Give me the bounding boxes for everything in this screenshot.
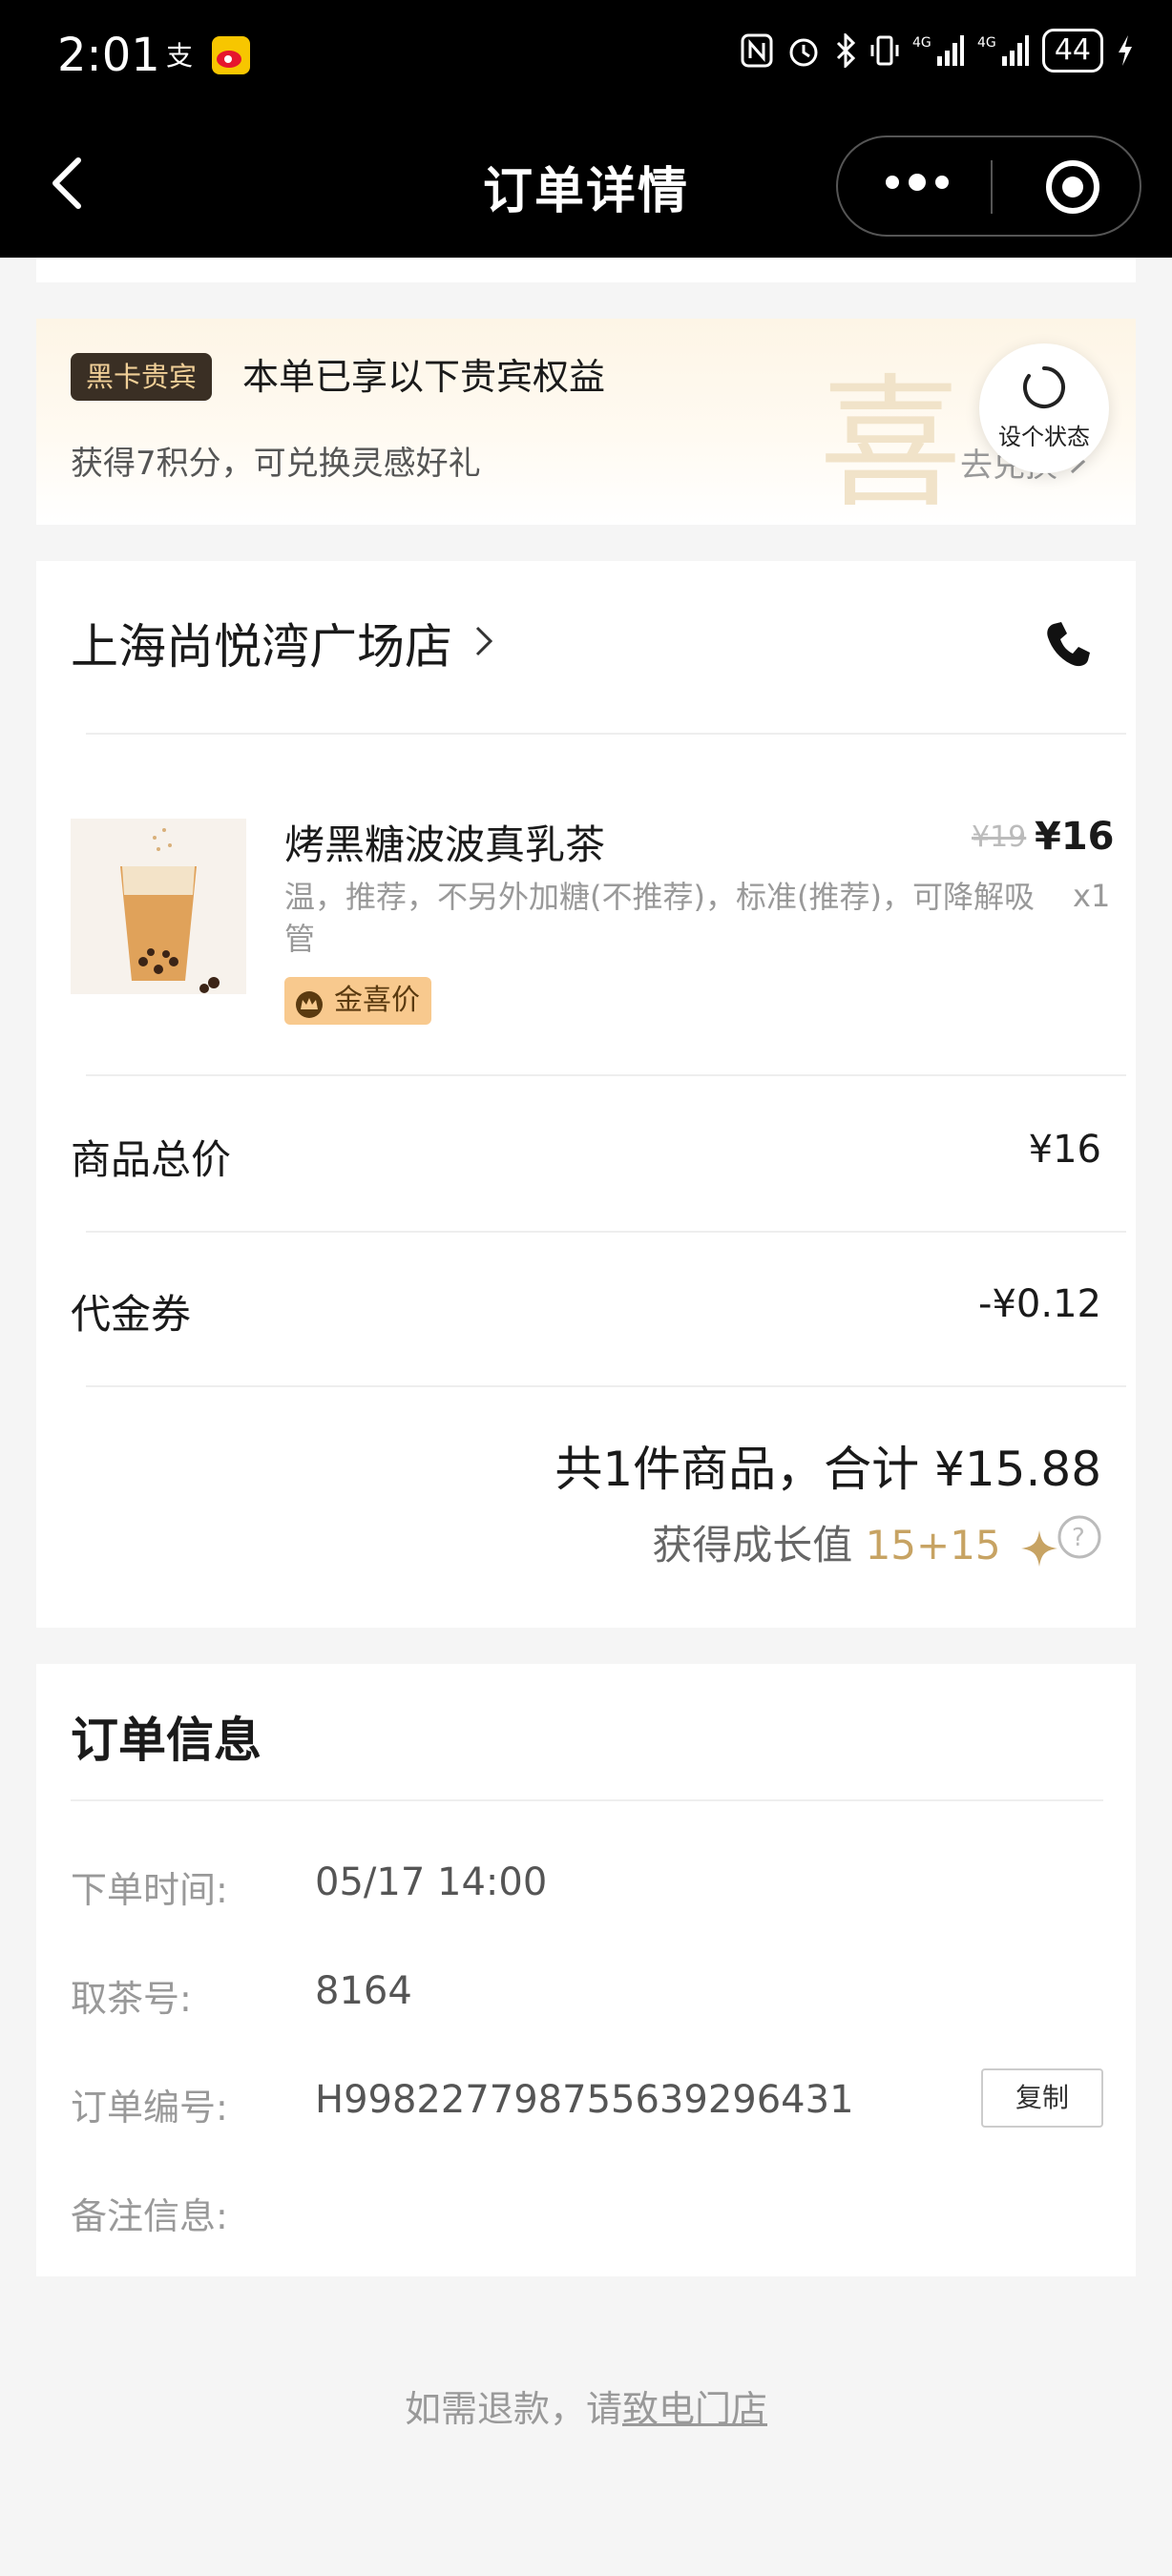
gold-price-label: 金喜价 bbox=[334, 984, 420, 1017]
vip-deco-char: 喜 bbox=[819, 362, 963, 525]
order-info-card: 订单信息 下单时间: 05/17 14:00 取茶号: 8164 订单编号: H… bbox=[36, 1664, 1136, 2276]
order-number-value: H998227798755639296431 bbox=[315, 2078, 854, 2122]
miniprogram-capsule bbox=[836, 135, 1141, 237]
order-time-label: 下单时间: bbox=[71, 1869, 228, 1911]
crown-icon bbox=[294, 987, 324, 1018]
pickup-number-label: 取茶号: bbox=[71, 1978, 192, 2020]
signal-icon: 4G bbox=[912, 35, 964, 66]
original-price: ¥19 bbox=[972, 821, 1027, 854]
status-time: 2:01 bbox=[57, 29, 160, 82]
refund-prefix: 如需退款，请 bbox=[404, 2388, 622, 2430]
svg-text:4G: 4G bbox=[912, 35, 931, 51]
subtotal-label: 商品总价 bbox=[71, 1136, 232, 1183]
battery-indicator: 44 bbox=[1041, 29, 1103, 73]
vip-badge: 黑卡贵宾 bbox=[71, 353, 213, 401]
gold-price-tag: 金喜价 bbox=[284, 977, 431, 1025]
growth-points: 获得成长值 15+15 bbox=[652, 1513, 1059, 1571]
divider bbox=[86, 733, 1126, 735]
subtotal-value: ¥16 bbox=[1028, 1128, 1101, 1172]
chevron-right-icon[interactable] bbox=[471, 622, 496, 660]
close-miniprogram-icon[interactable] bbox=[1044, 158, 1101, 216]
weibo-icon bbox=[212, 36, 250, 74]
signal-icon-2: 4G bbox=[977, 35, 1029, 66]
vibrate-icon bbox=[870, 35, 899, 66]
phone-icon[interactable] bbox=[1040, 618, 1094, 672]
alipay-icon: 支 bbox=[160, 36, 199, 74]
status-bar: 2:01 支 4G 4G 44 bbox=[0, 0, 1172, 114]
order-info-title: 订单信息 bbox=[71, 1713, 262, 1768]
status-indicators: 4G 4G 44 bbox=[741, 29, 1134, 73]
voucher-label: 代金券 bbox=[71, 1291, 192, 1338]
divider bbox=[86, 1231, 1126, 1233]
order-card: 上海尚悦湾广场店 烤黑糖波波真乳茶 ¥19 ¥16 温，推荐，不另外加糖(不推荐… bbox=[36, 561, 1136, 1628]
growth-value: 15+15 bbox=[865, 1522, 1001, 1568]
bluetooth-icon bbox=[836, 33, 855, 68]
vip-subtitle: 获得7积分，可兑换灵感好礼 bbox=[71, 445, 481, 483]
vip-benefits-card: 喜 黑卡贵宾 本单已享以下贵宾权益 获得7积分，可兑换灵感好礼 去兑换 bbox=[36, 319, 1136, 525]
more-icon[interactable] bbox=[886, 174, 958, 193]
vip-title: 本单已享以下贵宾权益 bbox=[242, 356, 606, 398]
refund-note: 如需退款，请致电门店 bbox=[0, 2379, 1172, 2432]
sparkle-icon bbox=[1021, 1529, 1057, 1567]
nav-bar: 订单详情 bbox=[0, 114, 1172, 258]
remarks-label: 备注信息: bbox=[71, 2195, 228, 2237]
svg-text:4G: 4G bbox=[977, 35, 996, 51]
set-status-button[interactable]: 设个状态 bbox=[979, 343, 1109, 473]
alarm-icon bbox=[789, 38, 818, 67]
product-quantity: x1 bbox=[1073, 878, 1111, 914]
copy-button[interactable]: 复制 bbox=[981, 2068, 1103, 2128]
order-number-label: 订单编号: bbox=[71, 2087, 228, 2129]
divider bbox=[71, 1799, 1103, 1801]
help-icon[interactable]: ? bbox=[1056, 1513, 1103, 1561]
pickup-number-value: 8164 bbox=[315, 1969, 412, 2013]
divider bbox=[86, 1074, 1126, 1076]
order-total: 共1件商品，合计 ¥15.88 bbox=[555, 1442, 1101, 1497]
previous-card-bottom bbox=[36, 258, 1136, 282]
nfc-icon bbox=[741, 33, 773, 68]
product-spec: 温，推荐，不另外加糖(不推荐)，标准(推荐)，可降解吸管 bbox=[284, 879, 1035, 957]
order-time-value: 05/17 14:00 bbox=[315, 1860, 548, 1904]
voucher-value: -¥0.12 bbox=[978, 1282, 1101, 1326]
svg-text:?: ? bbox=[1072, 1524, 1085, 1552]
divider bbox=[86, 1385, 1126, 1387]
growth-label: 获得成长值 bbox=[652, 1522, 853, 1568]
product-image bbox=[71, 819, 246, 994]
product-name: 烤黑糖波波真乳茶 bbox=[284, 821, 606, 868]
loading-icon bbox=[1021, 364, 1067, 410]
store-name[interactable]: 上海尚悦湾广场店 bbox=[71, 609, 452, 677]
set-status-label: 设个状态 bbox=[998, 424, 1090, 450]
product-price: ¥16 bbox=[1035, 815, 1115, 859]
charging-icon bbox=[1119, 35, 1132, 66]
call-store-link[interactable]: 致电门店 bbox=[622, 2388, 767, 2430]
svg-text:支: 支 bbox=[166, 40, 193, 72]
capsule-divider bbox=[991, 160, 993, 214]
